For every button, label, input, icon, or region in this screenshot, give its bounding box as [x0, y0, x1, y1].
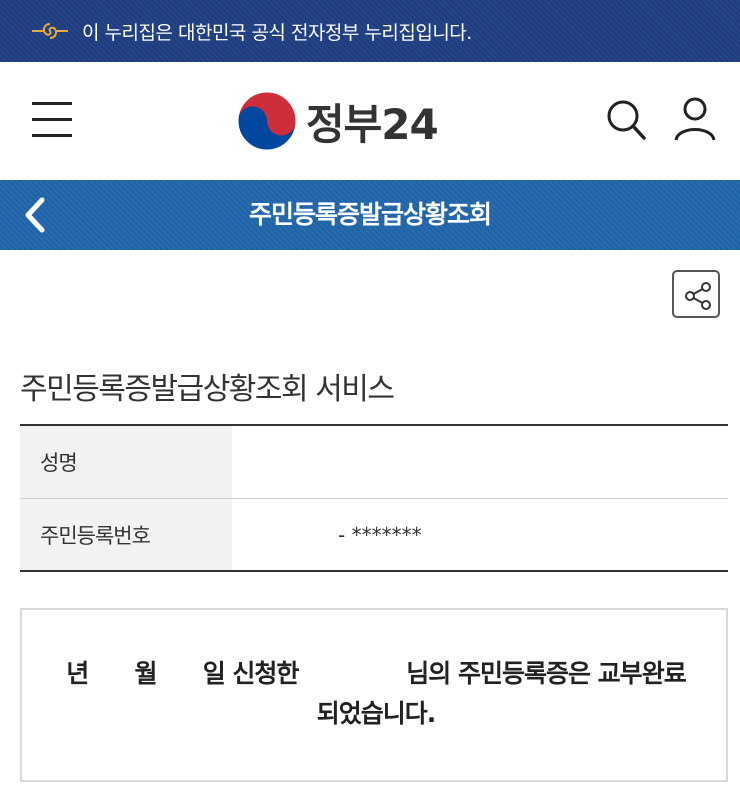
resident-number-value: - *******	[338, 522, 422, 547]
table-row: 주민등록번호 - *******	[20, 498, 728, 570]
taegeuk-emblem-icon	[237, 91, 297, 151]
result-box: 년 월 일 신청한 님의 주민등록증은 교부완료 되었습니다.	[20, 608, 728, 782]
info-table: 성명 주민등록번호 - *******	[20, 424, 728, 572]
gov-official-banner: 이 누리집은 대한민국 공식 전자정부 누리집입니다.	[0, 0, 740, 62]
logo-text: 정부24	[306, 99, 439, 149]
share-icon	[685, 282, 711, 310]
name-label: 성명	[20, 426, 232, 498]
page-title: 주민등록증발급상황조회	[248, 200, 492, 229]
share-button[interactable]	[672, 270, 720, 318]
search-icon[interactable]	[604, 98, 648, 142]
section-title: 주민등록증발급상황조회 서비스	[20, 372, 395, 407]
site-logo[interactable]: 정부24	[236, 90, 439, 152]
result-message: 년 월 일 신청한 님의 주민등록증은 교부완료 되었습니다.	[22, 654, 730, 734]
site-header: 정부24	[0, 62, 740, 180]
name-value	[232, 426, 728, 498]
gov-banner-text: 이 누리집은 대한민국 공식 전자정부 누리집입니다.	[82, 21, 472, 44]
page-title-bar: 주민등록증발급상황조회	[0, 180, 740, 250]
result-message-line-1: 년 월 일 신청한 님의 주민등록증은 교부완료	[66, 659, 686, 688]
menu-icon[interactable]	[32, 102, 74, 138]
gov-symbol-icon	[32, 23, 68, 39]
result-message-line-2: 되었습니다.	[316, 699, 437, 728]
user-icon[interactable]	[672, 96, 718, 142]
table-row: 성명	[20, 426, 728, 498]
resident-number-label: 주민등록번호	[20, 499, 232, 570]
